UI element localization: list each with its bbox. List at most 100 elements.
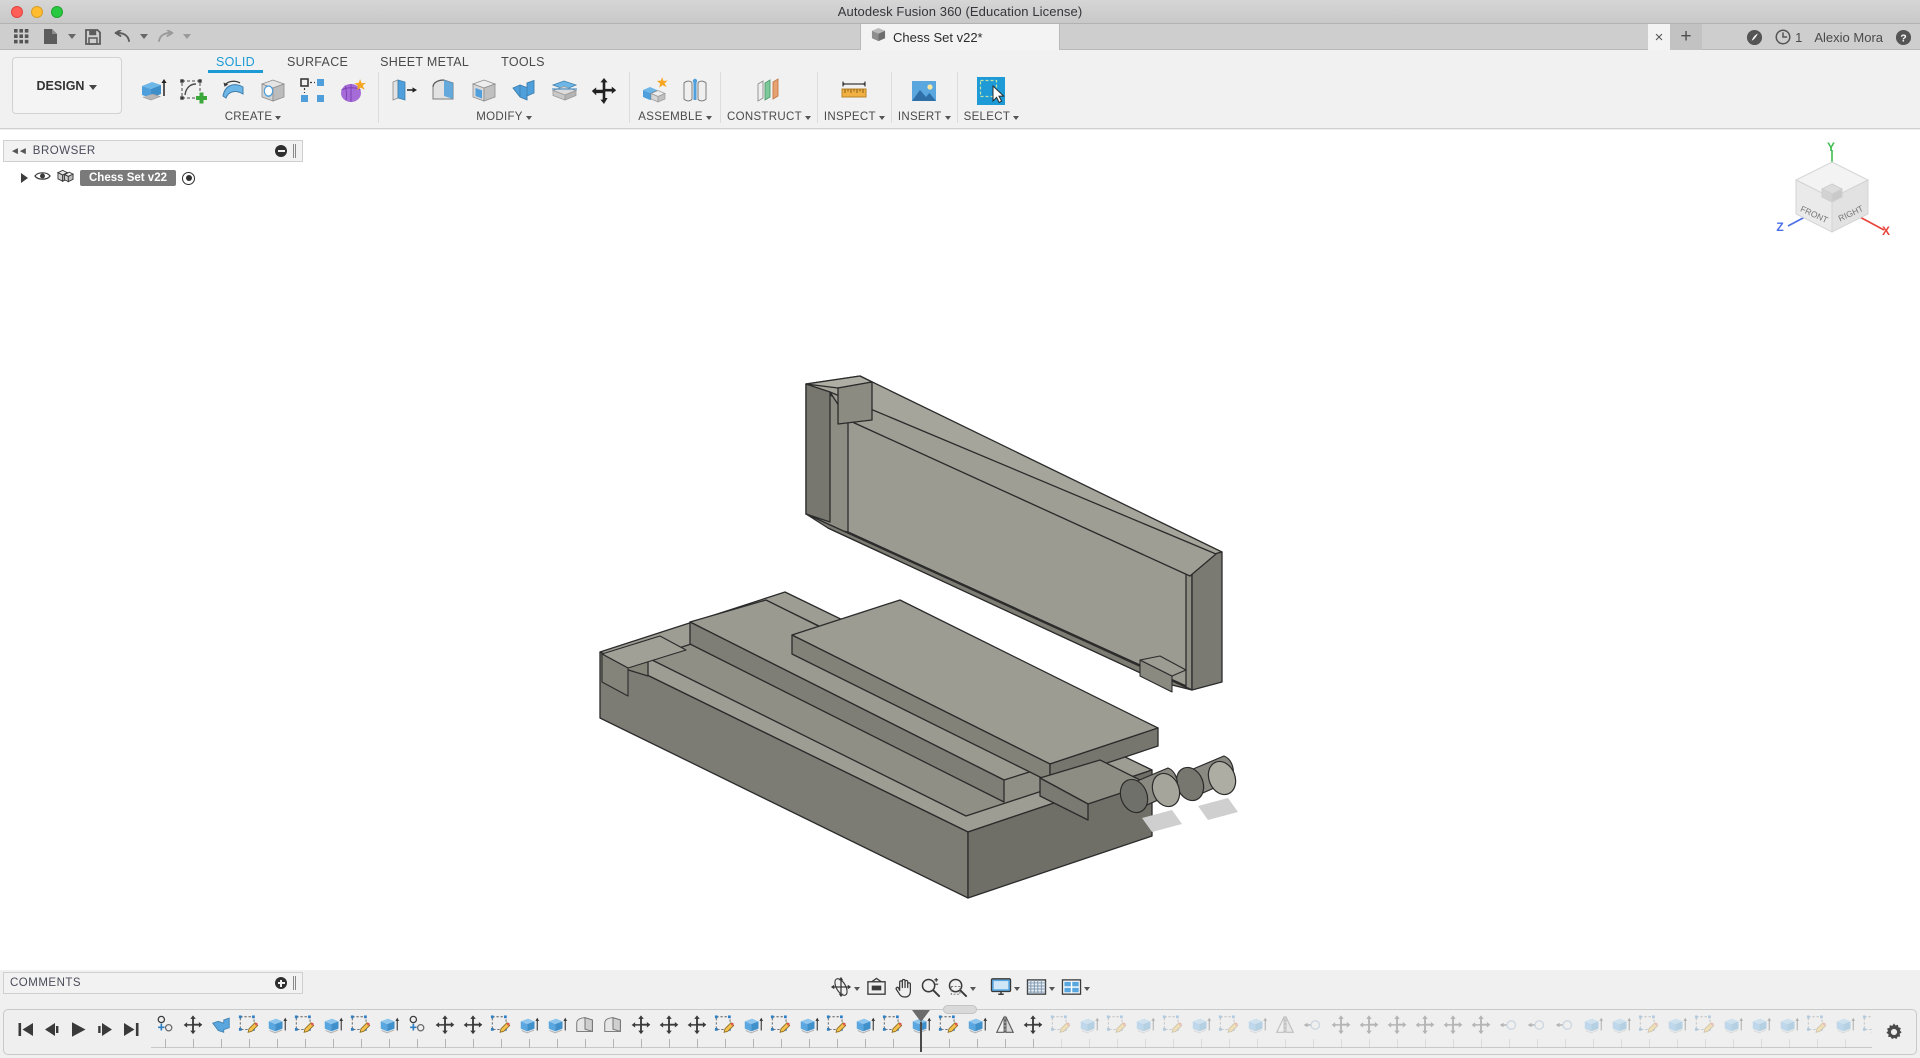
timeline-feature-extrude[interactable] bbox=[1607, 1010, 1635, 1054]
timeline-feature-joint[interactable] bbox=[1495, 1010, 1523, 1054]
timeline-feature-move-copy[interactable] bbox=[1355, 1010, 1383, 1054]
timeline-track[interactable] bbox=[151, 1010, 1872, 1054]
timeline-feature-sketch[interactable] bbox=[1159, 1010, 1187, 1054]
timeline-feature-extrude[interactable] bbox=[1831, 1010, 1859, 1054]
panel-construct-label[interactable]: CONSTRUCT bbox=[727, 111, 811, 123]
timeline-feature-fillet[interactable] bbox=[571, 1010, 599, 1054]
timeline-feature-extrude[interactable] bbox=[1747, 1010, 1775, 1054]
timeline-feature-extrude[interactable] bbox=[1663, 1010, 1691, 1054]
look-at-icon[interactable] bbox=[864, 973, 889, 1001]
redo-dropdown-caret[interactable] bbox=[181, 26, 192, 48]
panel-modify-label[interactable]: MODIFY bbox=[476, 111, 532, 123]
close-document-tab-icon[interactable]: × bbox=[1648, 24, 1670, 50]
panel-inspect-label[interactable]: INSPECT bbox=[824, 111, 885, 123]
timeline-feature-new-component[interactable] bbox=[403, 1010, 431, 1054]
app-grid-icon[interactable] bbox=[8, 26, 34, 48]
eye-icon[interactable] bbox=[34, 169, 51, 187]
timeline-feature-move-copy[interactable] bbox=[1383, 1010, 1411, 1054]
play-icon[interactable] bbox=[70, 1021, 87, 1043]
timeline-feature-move-copy[interactable] bbox=[179, 1010, 207, 1054]
timeline-feature-move-copy[interactable] bbox=[1467, 1010, 1495, 1054]
browser-root-row[interactable]: Chess Set v22 bbox=[3, 167, 303, 189]
step-forward-icon[interactable] bbox=[97, 1022, 113, 1042]
move-copy-icon[interactable] bbox=[585, 73, 623, 109]
timeline-feature-sketch[interactable] bbox=[1859, 1010, 1872, 1054]
timeline-feature-move-copy[interactable] bbox=[655, 1010, 683, 1054]
timeline-feature-sketch[interactable] bbox=[767, 1010, 795, 1054]
timeline-feature-extrude[interactable] bbox=[1579, 1010, 1607, 1054]
timeline-feature-move-copy[interactable] bbox=[1019, 1010, 1047, 1054]
collapse-left-icon[interactable]: ◄◄ bbox=[10, 146, 28, 157]
panel-create-label[interactable]: CREATE bbox=[225, 111, 282, 123]
comments-resize-grip[interactable] bbox=[293, 976, 296, 990]
timeline-feature-move-copy[interactable] bbox=[1439, 1010, 1467, 1054]
tab-solid[interactable]: SOLID bbox=[200, 50, 271, 73]
step-back-icon[interactable] bbox=[44, 1022, 60, 1042]
panel-resize-grip[interactable] bbox=[293, 144, 296, 158]
fillet-icon[interactable] bbox=[425, 73, 463, 109]
tab-sheet-metal[interactable]: SHEET METAL bbox=[364, 50, 485, 73]
grid-snap-icon[interactable] bbox=[1024, 973, 1057, 1001]
split-face-icon[interactable] bbox=[545, 73, 583, 109]
insert-image-icon[interactable] bbox=[905, 73, 943, 109]
view-cube[interactable]: Y Z X FRONT RIGHT bbox=[1772, 140, 1892, 250]
timeline-feature-sketch[interactable] bbox=[1103, 1010, 1131, 1054]
timeline-feature-extrude[interactable] bbox=[1075, 1010, 1103, 1054]
orbit-dropdown-caret[interactable] bbox=[852, 978, 860, 996]
undo-dropdown-caret[interactable] bbox=[138, 26, 149, 48]
timeline-feature-joint[interactable] bbox=[1523, 1010, 1551, 1054]
timeline-feature-sketch[interactable] bbox=[1047, 1010, 1075, 1054]
redo-icon[interactable] bbox=[152, 26, 178, 48]
plus-circle-icon[interactable] bbox=[275, 977, 287, 989]
gear-icon[interactable] bbox=[1872, 1022, 1916, 1042]
grid-snap-dropdown-caret[interactable] bbox=[1047, 978, 1055, 996]
timeline-feature-sketch[interactable] bbox=[1803, 1010, 1831, 1054]
timeline-feature-new-component[interactable] bbox=[151, 1010, 179, 1054]
model-3d-view[interactable] bbox=[0, 130, 1920, 970]
combine-icon[interactable] bbox=[505, 73, 543, 109]
timeline-feature-extrude[interactable] bbox=[543, 1010, 571, 1054]
timeline-feature-move-copy[interactable] bbox=[431, 1010, 459, 1054]
timeline-feature-sketch[interactable] bbox=[1691, 1010, 1719, 1054]
construction-plane-icon[interactable] bbox=[750, 73, 788, 109]
go-to-end-icon[interactable] bbox=[123, 1022, 139, 1042]
canvas-viewport[interactable]: Y Z X FRONT RIGHT bbox=[0, 130, 1920, 970]
panel-assemble-label[interactable]: ASSEMBLE bbox=[638, 111, 711, 123]
joint-icon[interactable] bbox=[676, 73, 714, 109]
revolve-icon[interactable] bbox=[214, 73, 252, 109]
panel-insert-label[interactable]: INSERT bbox=[898, 111, 951, 123]
timeline-feature-extrude[interactable] bbox=[851, 1010, 879, 1054]
panel-select-label[interactable]: SELECT bbox=[964, 111, 1020, 123]
timeline-feature-sketch[interactable] bbox=[935, 1010, 963, 1054]
timeline-feature-extrude[interactable] bbox=[515, 1010, 543, 1054]
timeline-feature-joint[interactable] bbox=[1551, 1010, 1579, 1054]
pattern-icon[interactable] bbox=[294, 73, 332, 109]
measure-icon[interactable] bbox=[835, 73, 873, 109]
press-pull-icon[interactable] bbox=[385, 73, 423, 109]
workspace-switcher-button[interactable]: DESIGN bbox=[12, 57, 122, 114]
extrude-icon[interactable] bbox=[134, 73, 172, 109]
timeline-feature-extrude[interactable] bbox=[739, 1010, 767, 1054]
timeline-feature-move-copy[interactable] bbox=[1327, 1010, 1355, 1054]
tab-surface[interactable]: SURFACE bbox=[271, 50, 364, 73]
timeline-feature-extrude[interactable] bbox=[1243, 1010, 1271, 1054]
user-name[interactable]: Alexio Mora bbox=[1814, 30, 1883, 45]
timeline-feature-extrude[interactable] bbox=[1719, 1010, 1747, 1054]
create-form-icon[interactable] bbox=[334, 73, 372, 109]
timeline-feature-extrude[interactable] bbox=[375, 1010, 403, 1054]
timeline-feature-sketch[interactable] bbox=[1635, 1010, 1663, 1054]
timeline-feature-extrude[interactable] bbox=[1187, 1010, 1215, 1054]
timeline-feature-extrude[interactable] bbox=[1775, 1010, 1803, 1054]
timeline-feature-fillet[interactable] bbox=[599, 1010, 627, 1054]
display-settings-icon[interactable] bbox=[988, 973, 1022, 1001]
minus-circle-icon[interactable] bbox=[275, 145, 287, 157]
new-document-tab-icon[interactable]: + bbox=[1670, 24, 1702, 50]
fit-dropdown-caret[interactable] bbox=[968, 978, 976, 996]
go-to-beginning-icon[interactable] bbox=[18, 1022, 34, 1042]
timeline-feature-sketch[interactable] bbox=[823, 1010, 851, 1054]
timeline-feature-sketch[interactable] bbox=[347, 1010, 375, 1054]
expand-triangle-icon[interactable] bbox=[21, 173, 28, 183]
timeline-feature-move-copy[interactable] bbox=[683, 1010, 711, 1054]
new-file-dropdown-caret[interactable] bbox=[66, 26, 77, 48]
zoom-icon[interactable] bbox=[918, 973, 943, 1001]
